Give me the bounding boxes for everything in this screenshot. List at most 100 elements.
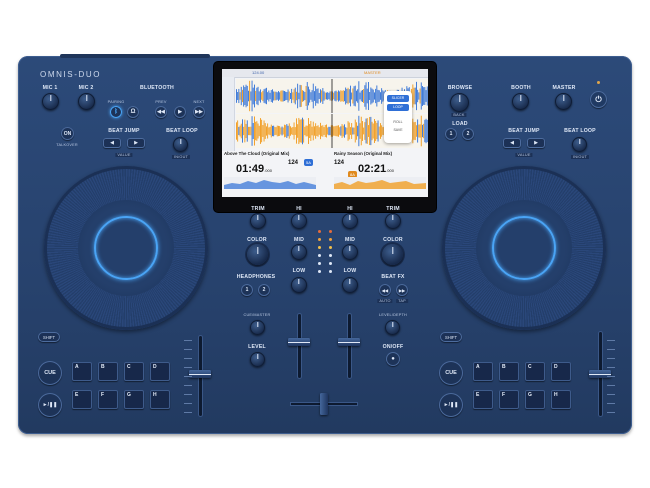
popup-save[interactable]: SAVE [387, 128, 409, 134]
bt-pairing-button[interactable]: ᛒ [110, 106, 122, 118]
waveform-bar [326, 124, 327, 138]
bt-play-button[interactable]: ▶ [174, 106, 186, 118]
fx-on-off-button[interactable]: ● [386, 352, 400, 366]
right-pad-h[interactable]: H [551, 390, 571, 409]
touch-screen[interactable]: 124.00 MASTER SLICER LOOP ROLL SAVE Abov… [214, 62, 436, 212]
left-beat-loop-knob[interactable] [173, 137, 188, 152]
low-b-knob[interactable] [342, 277, 358, 293]
left-beat-jump-forward[interactable]: ▶ [127, 138, 145, 148]
hp-level-knob[interactable] [250, 352, 265, 367]
popup-slicer[interactable]: SLICER [387, 95, 409, 102]
master-knob[interactable] [555, 93, 572, 110]
level-depth-knob[interactable] [385, 320, 400, 335]
waveform-bar [324, 92, 326, 100]
right-pad-e[interactable]: E [473, 390, 493, 409]
bt-pairing-label: PAIRING [107, 100, 125, 104]
bt-prev-label: PREV [155, 100, 167, 104]
channel-a-fader[interactable] [288, 338, 310, 346]
booth-knob[interactable] [512, 93, 529, 110]
beat-fx-right[interactable]: ▶▶ [396, 284, 408, 296]
waveform-bar [310, 121, 312, 141]
mid-b-knob[interactable] [342, 244, 358, 260]
right-jog-ring-light [492, 216, 556, 280]
right-beat-jump-forward[interactable]: ▶ [527, 138, 545, 148]
crossfader[interactable] [320, 393, 328, 415]
left-play-button[interactable]: ►/❚❚ [38, 393, 62, 417]
right-pad-g[interactable]: G [525, 390, 545, 409]
hp-1-label: 1 [245, 287, 249, 293]
left-shift-button[interactable]: SHIFT [38, 332, 60, 342]
left-pad-d[interactable]: D [150, 362, 170, 381]
waveform-bar [342, 125, 344, 137]
pad-mode-popup[interactable]: SLICER LOOP ROLL SAVE [384, 91, 412, 143]
waveform-bar [242, 119, 243, 143]
waveform-bar [422, 124, 423, 138]
waveform-bar [318, 127, 320, 135]
left-cue-button[interactable]: CUE [38, 361, 62, 385]
right-jog-wheel[interactable] [442, 166, 606, 330]
headphone-cue-2[interactable]: 2 [258, 284, 270, 296]
browse-knob[interactable] [450, 93, 469, 112]
color-a-knob[interactable] [247, 244, 268, 265]
waveform-bar [322, 125, 324, 137]
waveform-bar [323, 91, 325, 101]
deck-a-info: Above The Cloud (Original Mix) 01:49.000… [224, 151, 316, 193]
left-tempo-fader[interactable] [189, 370, 211, 378]
popup-roll[interactable]: ROLL [387, 120, 409, 126]
mic2-knob[interactable] [78, 93, 95, 110]
headphone-button[interactable]: Ω [127, 106, 139, 118]
waveform-bar [329, 91, 331, 101]
right-cue-button[interactable]: CUE [439, 361, 463, 385]
headphone-cue-1[interactable]: 1 [241, 284, 253, 296]
left-pad-c[interactable]: C [124, 362, 144, 381]
left-jog-wheel[interactable] [44, 166, 208, 330]
channel-b-fader[interactable] [338, 338, 360, 346]
color-b-knob[interactable] [382, 244, 403, 265]
waveform-bar [274, 126, 276, 136]
hi-b-knob[interactable] [342, 213, 358, 229]
right-play-button[interactable]: ►/❚❚ [439, 393, 463, 417]
right-beat-jump-back[interactable]: ◀ [503, 138, 521, 148]
load-1-button[interactable]: 1 [445, 128, 457, 140]
mic1-knob[interactable] [42, 93, 59, 110]
trim-a-knob[interactable] [250, 213, 266, 229]
bt-prev-button[interactable]: ◀◀ [155, 106, 167, 118]
bt-next-button[interactable]: ▶▶ [193, 106, 205, 118]
low-a-knob[interactable] [291, 277, 307, 293]
waveform-bar [357, 89, 359, 103]
waveform-bar [357, 125, 359, 137]
right-pad-f[interactable]: F [499, 390, 519, 409]
waveform-bar [363, 127, 365, 135]
right-beat-jump-label: BEAT JUMP [508, 128, 540, 134]
power-button[interactable]: ⏻ [590, 91, 607, 108]
scale-tick [184, 340, 192, 341]
cue-master-knob[interactable] [250, 320, 265, 335]
trim-b-knob[interactable] [385, 213, 401, 229]
beat-fx-left[interactable]: ◀◀ [379, 284, 391, 296]
popup-loop[interactable]: LOOP [387, 104, 409, 111]
right-beat-loop-knob[interactable] [572, 137, 587, 152]
right-pad-a[interactable]: A [473, 362, 493, 381]
right-shift-button[interactable]: SHIFT [440, 332, 462, 342]
left-pad-h[interactable]: H [150, 390, 170, 409]
hi-a-knob[interactable] [291, 213, 307, 229]
mid-a-knob[interactable] [291, 244, 307, 260]
scale-tick [184, 349, 192, 350]
left-pad-a[interactable]: A [72, 362, 92, 381]
left-pad-e[interactable]: E [72, 390, 92, 409]
left-pad-g[interactable]: G [124, 390, 144, 409]
load-2-button[interactable]: 2 [462, 128, 474, 140]
mic-on-button[interactable]: ON [61, 127, 74, 140]
waveform-bar [370, 116, 372, 146]
left-beat-jump-back[interactable]: ◀ [103, 138, 121, 148]
play-icon: ▶ [178, 109, 182, 115]
waveform-bar [284, 91, 285, 101]
right-pad-c[interactable]: C [525, 362, 545, 381]
left-pad-f[interactable]: F [98, 390, 118, 409]
waveform-bar [351, 123, 353, 139]
right-pad-b[interactable]: B [499, 362, 519, 381]
deck-a-bpm: 124 [288, 160, 299, 166]
left-pad-b[interactable]: B [98, 362, 118, 381]
right-pad-d[interactable]: D [551, 362, 571, 381]
waveform-bar [353, 127, 355, 135]
